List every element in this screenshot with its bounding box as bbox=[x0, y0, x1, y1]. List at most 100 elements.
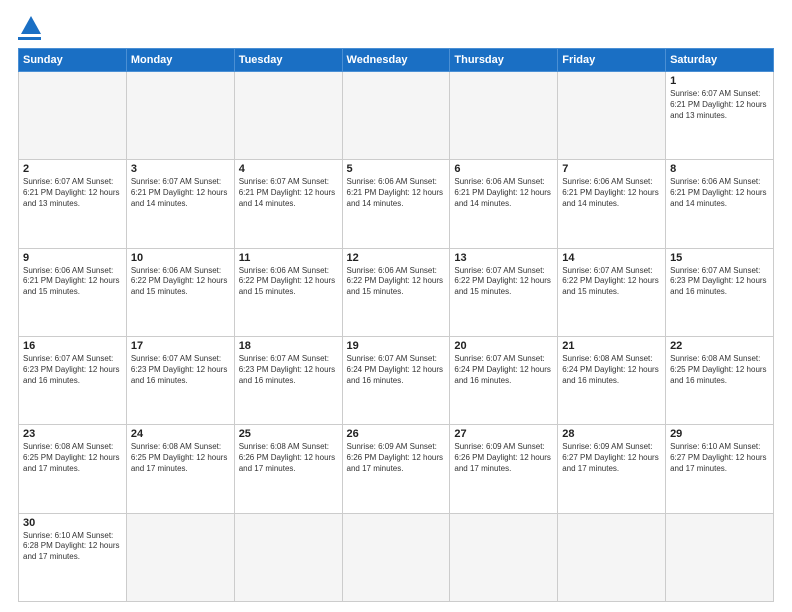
calendar-cell bbox=[126, 513, 234, 601]
calendar-cell bbox=[558, 513, 666, 601]
calendar-cell: 11Sunrise: 6:06 AM Sunset: 6:22 PM Dayli… bbox=[234, 248, 342, 336]
day-info: Sunrise: 6:07 AM Sunset: 6:23 PM Dayligh… bbox=[23, 354, 122, 386]
calendar-cell: 1 Sunrise: 6:07 AM Sunset: 6:21 PM Daylig… bbox=[666, 72, 774, 160]
day-info: Sunrise: 6:07 AM Sunset: 6:21 PM Dayligh… bbox=[670, 89, 769, 121]
day-number: 4 bbox=[239, 163, 338, 175]
day-info: Sunrise: 6:06 AM Sunset: 6:22 PM Dayligh… bbox=[347, 266, 446, 298]
calendar-cell: 22 Sunrise: 6:08 AM Sunset: 6:25 PM Dayli… bbox=[666, 336, 774, 424]
calendar-cell: 17 Sunrise: 6:07 AM Sunset: 6:23 PM Dayli… bbox=[126, 336, 234, 424]
weekday-header-sunday: Sunday bbox=[19, 49, 127, 72]
day-number: 5 bbox=[347, 163, 446, 175]
logo-underline bbox=[18, 37, 41, 40]
day-info: Sunrise: 6:07 AM Sunset: 6:24 PM Dayligh… bbox=[347, 354, 446, 386]
day-info: Sunrise: 6:06 AM Sunset: 6:21 PM Dayligh… bbox=[454, 177, 553, 209]
calendar-cell: 30 Sunrise: 6:10 AM Sunset: 6:28 PM Dayli… bbox=[19, 513, 127, 601]
weekday-header-saturday: Saturday bbox=[666, 49, 774, 72]
day-info: Sunrise: 6:07 AM Sunset: 6:23 PM Dayligh… bbox=[670, 266, 769, 298]
day-number: 26 bbox=[347, 428, 446, 440]
weekday-header-wednesday: Wednesday bbox=[342, 49, 450, 72]
day-number: 6 bbox=[454, 163, 553, 175]
logo-text bbox=[18, 16, 41, 36]
day-number: 19 bbox=[347, 340, 446, 352]
day-number: 13 bbox=[454, 252, 553, 264]
day-number: 24 bbox=[131, 428, 230, 440]
day-number: 7 bbox=[562, 163, 661, 175]
calendar-cell: 14Sunrise: 6:07 AM Sunset: 6:22 PM Dayli… bbox=[558, 248, 666, 336]
week-row-6: 30 Sunrise: 6:10 AM Sunset: 6:28 PM Dayli… bbox=[19, 513, 774, 601]
header bbox=[18, 16, 774, 40]
day-info: Sunrise: 6:06 AM Sunset: 6:21 PM Dayligh… bbox=[23, 266, 122, 298]
day-info: Sunrise: 6:07 AM Sunset: 6:24 PM Dayligh… bbox=[454, 354, 553, 386]
calendar-cell: 4 Sunrise: 6:07 AM Sunset: 6:21 PM Daylig… bbox=[234, 160, 342, 248]
weekday-header-friday: Friday bbox=[558, 49, 666, 72]
day-info: Sunrise: 6:06 AM Sunset: 6:21 PM Dayligh… bbox=[347, 177, 446, 209]
calendar-cell: 16 Sunrise: 6:07 AM Sunset: 6:23 PM Dayli… bbox=[19, 336, 127, 424]
calendar-cell: 9 Sunrise: 6:06 AM Sunset: 6:21 PM Daylig… bbox=[19, 248, 127, 336]
week-row-5: 23 Sunrise: 6:08 AM Sunset: 6:25 PM Dayli… bbox=[19, 425, 774, 513]
calendar-cell: 21 Sunrise: 6:08 AM Sunset: 6:24 PM Dayli… bbox=[558, 336, 666, 424]
day-info: Sunrise: 6:09 AM Sunset: 6:27 PM Dayligh… bbox=[562, 442, 661, 474]
day-number: 18 bbox=[239, 340, 338, 352]
day-number: 9 bbox=[23, 252, 122, 264]
weekday-row: SundayMondayTuesdayWednesdayThursdayFrid… bbox=[19, 49, 774, 72]
day-number: 25 bbox=[239, 428, 338, 440]
day-info: Sunrise: 6:10 AM Sunset: 6:27 PM Dayligh… bbox=[670, 442, 769, 474]
day-info: Sunrise: 6:06 AM Sunset: 6:21 PM Dayligh… bbox=[670, 177, 769, 209]
week-row-3: 9 Sunrise: 6:06 AM Sunset: 6:21 PM Daylig… bbox=[19, 248, 774, 336]
day-info: Sunrise: 6:07 AM Sunset: 6:21 PM Dayligh… bbox=[23, 177, 122, 209]
day-info: Sunrise: 6:06 AM Sunset: 6:22 PM Dayligh… bbox=[131, 266, 230, 298]
calendar-cell bbox=[666, 513, 774, 601]
day-number: 1 bbox=[670, 75, 769, 87]
page: SundayMondayTuesdayWednesdayThursdayFrid… bbox=[0, 0, 792, 612]
calendar-cell: 27Sunrise: 6:09 AM Sunset: 6:26 PM Dayli… bbox=[450, 425, 558, 513]
calendar-cell: 2Sunrise: 6:07 AM Sunset: 6:21 PM Daylig… bbox=[19, 160, 127, 248]
day-number: 16 bbox=[23, 340, 122, 352]
calendar-cell bbox=[450, 513, 558, 601]
day-info: Sunrise: 6:08 AM Sunset: 6:26 PM Dayligh… bbox=[239, 442, 338, 474]
week-row-1: 1 Sunrise: 6:07 AM Sunset: 6:21 PM Daylig… bbox=[19, 72, 774, 160]
calendar-cell: 6 Sunrise: 6:06 AM Sunset: 6:21 PM Daylig… bbox=[450, 160, 558, 248]
calendar-cell: 10Sunrise: 6:06 AM Sunset: 6:22 PM Dayli… bbox=[126, 248, 234, 336]
day-info: Sunrise: 6:07 AM Sunset: 6:21 PM Dayligh… bbox=[239, 177, 338, 209]
logo-triangle-icon bbox=[21, 16, 41, 34]
calendar-cell: 12 Sunrise: 6:06 AM Sunset: 6:22 PM Dayli… bbox=[342, 248, 450, 336]
calendar-cell: 8 Sunrise: 6:06 AM Sunset: 6:21 PM Daylig… bbox=[666, 160, 774, 248]
day-number: 8 bbox=[670, 163, 769, 175]
day-number: 11 bbox=[239, 252, 338, 264]
calendar-cell: 3Sunrise: 6:07 AM Sunset: 6:21 PM Daylig… bbox=[126, 160, 234, 248]
calendar-cell: 28Sunrise: 6:09 AM Sunset: 6:27 PM Dayli… bbox=[558, 425, 666, 513]
day-number: 15 bbox=[670, 252, 769, 264]
day-info: Sunrise: 6:07 AM Sunset: 6:23 PM Dayligh… bbox=[239, 354, 338, 386]
day-info: Sunrise: 6:08 AM Sunset: 6:24 PM Dayligh… bbox=[562, 354, 661, 386]
day-info: Sunrise: 6:09 AM Sunset: 6:26 PM Dayligh… bbox=[347, 442, 446, 474]
day-number: 22 bbox=[670, 340, 769, 352]
calendar-cell bbox=[450, 72, 558, 160]
calendar-cell: 25 Sunrise: 6:08 AM Sunset: 6:26 PM Dayli… bbox=[234, 425, 342, 513]
day-number: 21 bbox=[562, 340, 661, 352]
calendar-cell: 13Sunrise: 6:07 AM Sunset: 6:22 PM Dayli… bbox=[450, 248, 558, 336]
calendar-cell: 18 Sunrise: 6:07 AM Sunset: 6:23 PM Dayli… bbox=[234, 336, 342, 424]
calendar-cell bbox=[234, 513, 342, 601]
day-info: Sunrise: 6:10 AM Sunset: 6:28 PM Dayligh… bbox=[23, 531, 122, 563]
calendar-cell bbox=[342, 72, 450, 160]
day-number: 12 bbox=[347, 252, 446, 264]
day-info: Sunrise: 6:07 AM Sunset: 6:23 PM Dayligh… bbox=[131, 354, 230, 386]
day-number: 29 bbox=[670, 428, 769, 440]
day-number: 30 bbox=[23, 517, 122, 529]
calendar-cell: 20Sunrise: 6:07 AM Sunset: 6:24 PM Dayli… bbox=[450, 336, 558, 424]
calendar-cell: 24 Sunrise: 6:08 AM Sunset: 6:25 PM Dayli… bbox=[126, 425, 234, 513]
day-info: Sunrise: 6:08 AM Sunset: 6:25 PM Dayligh… bbox=[23, 442, 122, 474]
calendar-cell: 15 Sunrise: 6:07 AM Sunset: 6:23 PM Dayli… bbox=[666, 248, 774, 336]
weekday-header-thursday: Thursday bbox=[450, 49, 558, 72]
day-info: Sunrise: 6:07 AM Sunset: 6:21 PM Dayligh… bbox=[131, 177, 230, 209]
calendar-cell: 19 Sunrise: 6:07 AM Sunset: 6:24 PM Dayli… bbox=[342, 336, 450, 424]
day-info: Sunrise: 6:06 AM Sunset: 6:21 PM Dayligh… bbox=[562, 177, 661, 209]
calendar-cell: 5 Sunrise: 6:06 AM Sunset: 6:21 PM Daylig… bbox=[342, 160, 450, 248]
day-info: Sunrise: 6:08 AM Sunset: 6:25 PM Dayligh… bbox=[131, 442, 230, 474]
calendar-cell bbox=[342, 513, 450, 601]
day-number: 17 bbox=[131, 340, 230, 352]
week-row-2: 2Sunrise: 6:07 AM Sunset: 6:21 PM Daylig… bbox=[19, 160, 774, 248]
day-info: Sunrise: 6:08 AM Sunset: 6:25 PM Dayligh… bbox=[670, 354, 769, 386]
day-number: 23 bbox=[23, 428, 122, 440]
calendar-cell: 23 Sunrise: 6:08 AM Sunset: 6:25 PM Dayli… bbox=[19, 425, 127, 513]
